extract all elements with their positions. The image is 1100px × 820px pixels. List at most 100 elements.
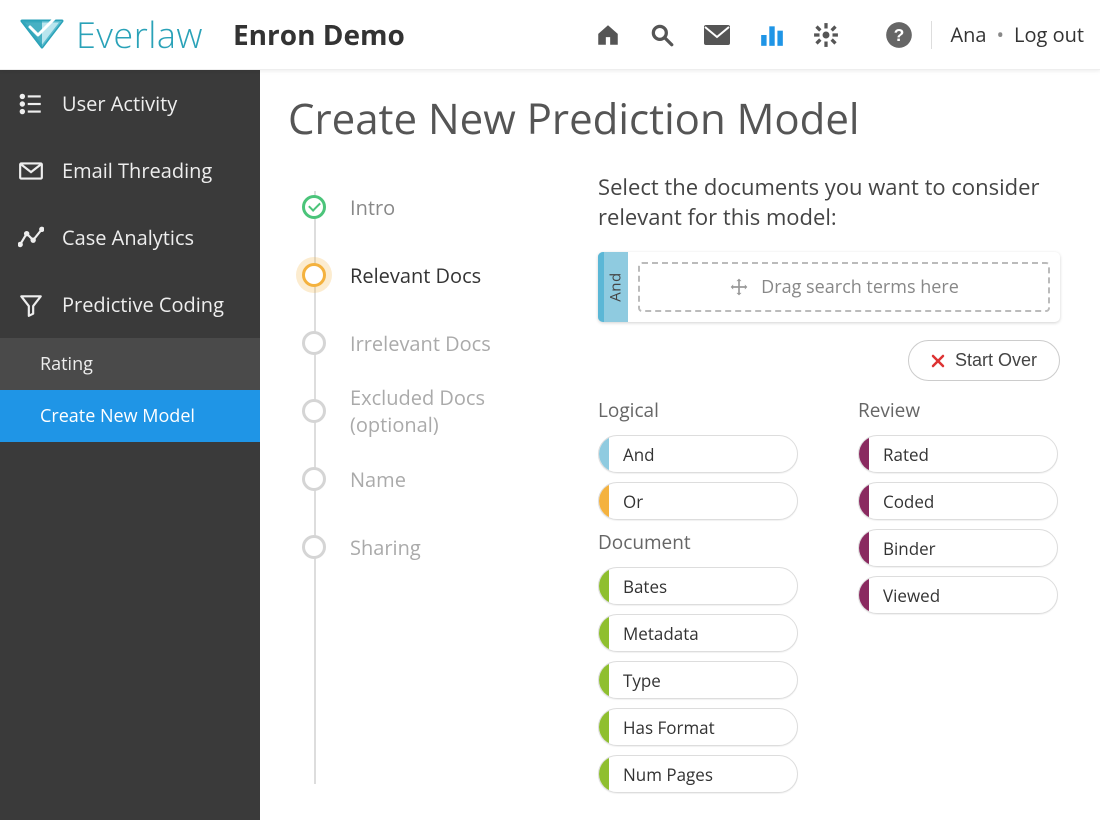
divider: [931, 21, 932, 49]
step-label: Intro: [350, 194, 395, 221]
pill-color-bar: [599, 436, 609, 472]
pill-label: Or: [609, 490, 657, 513]
drop-handle-label: And: [606, 273, 626, 302]
main-content: Create New Prediction Model Intro Releva…: [260, 70, 1100, 820]
step-dot-pending-icon: [302, 399, 326, 423]
step-dot-pending-icon: [302, 467, 326, 491]
gear-icon[interactable]: [813, 22, 839, 48]
pill-color-bar: [859, 577, 869, 613]
pill-color-bar: [859, 436, 869, 472]
bullet-separator: •: [997, 21, 1005, 48]
pill-num-pages[interactable]: Num Pages: [598, 755, 798, 793]
pill-or[interactable]: Or: [598, 482, 798, 520]
drop-handle[interactable]: And: [598, 252, 628, 322]
move-icon: [729, 277, 749, 297]
activity-icon: [18, 91, 44, 117]
sidebar-label: Email Threading: [62, 157, 212, 184]
pill-color-bar: [599, 568, 609, 604]
step-panel: Select the documents you want to conside…: [598, 173, 1060, 802]
logout-link[interactable]: Log out: [1014, 21, 1084, 48]
step-name[interactable]: Name: [302, 445, 578, 513]
pill-color-bar: [599, 483, 609, 519]
user-name-link[interactable]: Ana: [950, 21, 986, 48]
group-document: Document Bates Metadata Ty: [598, 529, 798, 793]
step-irrelevant-docs[interactable]: Irrelevant Docs: [302, 309, 578, 377]
step-dot-done-icon: [302, 195, 326, 219]
help-icon[interactable]: ?: [885, 21, 913, 49]
step-label: Sharing: [350, 534, 421, 561]
logo-text: Everlaw: [76, 10, 203, 59]
analytics-line-icon: [18, 225, 44, 251]
mail-icon[interactable]: [703, 24, 731, 46]
sidebar-label: User Activity: [62, 90, 177, 117]
step-label: Excluded Docs (optional): [350, 384, 578, 438]
sidebar-item-user-activity[interactable]: User Activity: [0, 70, 260, 137]
pill-label: Type: [609, 669, 675, 692]
pill-label: Coded: [869, 490, 948, 513]
step-label: Relevant Docs: [350, 262, 481, 289]
sidebar-label: Case Analytics: [62, 224, 194, 251]
pill-label: Rated: [869, 443, 943, 466]
pill-bates[interactable]: Bates: [598, 567, 798, 605]
pill-rated[interactable]: Rated: [858, 435, 1058, 473]
pill-coded[interactable]: Coded: [858, 482, 1058, 520]
pill-label: Binder: [869, 537, 950, 560]
pill-label: Has Format: [609, 716, 729, 739]
term-groups: Logical And Or Document: [598, 391, 1060, 802]
search-drop-container: And Drag search terms here: [598, 252, 1060, 322]
pill-color-bar: [599, 709, 609, 745]
svg-text:?: ?: [894, 24, 905, 44]
pill-binder[interactable]: Binder: [858, 529, 1058, 567]
group-title: Document: [598, 529, 798, 555]
logo[interactable]: Everlaw: [18, 10, 203, 59]
sidebar-sub-rating[interactable]: Rating: [0, 338, 260, 390]
sidebar-label: Predictive Coding: [62, 291, 224, 318]
drop-placeholder-text: Drag search terms here: [761, 275, 959, 299]
sidebar-item-email-threading[interactable]: Email Threading: [0, 137, 260, 204]
step-excluded-docs[interactable]: Excluded Docs (optional): [302, 377, 578, 445]
start-over-label: Start Over: [955, 350, 1037, 371]
group-review: Review Rated Coded Binder: [858, 391, 1058, 802]
group-logical: Logical And Or: [598, 397, 798, 520]
pill-color-bar: [599, 662, 609, 698]
topbar: Everlaw Enron Demo ? Ana • Log out: [0, 0, 1100, 70]
home-icon[interactable]: [595, 22, 621, 48]
sidebar-item-case-analytics[interactable]: Case Analytics: [0, 204, 260, 271]
sidebar-sub-create-new-model[interactable]: Create New Model: [0, 390, 260, 442]
drop-zone[interactable]: Drag search terms here: [628, 252, 1060, 322]
pill-color-bar: [859, 483, 869, 519]
search-icon[interactable]: [649, 22, 675, 48]
pill-viewed[interactable]: Viewed: [858, 576, 1058, 614]
user-area: Ana • Log out: [950, 21, 1084, 48]
pill-label: Num Pages: [609, 763, 727, 786]
pill-label: Viewed: [869, 584, 954, 607]
close-icon: [931, 354, 945, 368]
sidebar-item-predictive-coding[interactable]: Predictive Coding: [0, 271, 260, 338]
step-label: Name: [350, 466, 406, 493]
sidebar-sub-label: Rating: [40, 352, 93, 376]
step-intro[interactable]: Intro: [302, 173, 578, 241]
step-relevant-docs[interactable]: Relevant Docs: [302, 241, 578, 309]
analytics-icon[interactable]: [759, 22, 785, 48]
step-sharing[interactable]: Sharing: [302, 513, 578, 581]
topbar-icons: ?: [595, 21, 913, 49]
pill-has-format[interactable]: Has Format: [598, 708, 798, 746]
sidebar-sub-label: Create New Model: [40, 404, 195, 428]
pill-color-bar: [859, 530, 869, 566]
wizard-stepper: Intro Relevant Docs Irrelevant Docs Excl…: [288, 173, 578, 802]
pill-and[interactable]: And: [598, 435, 798, 473]
start-over-button[interactable]: Start Over: [908, 340, 1060, 381]
panel-prompt: Select the documents you want to conside…: [598, 173, 1058, 232]
pill-metadata[interactable]: Metadata: [598, 614, 798, 652]
pill-label: Bates: [609, 575, 681, 598]
funnel-icon: [18, 292, 44, 318]
pill-type[interactable]: Type: [598, 661, 798, 699]
logo-mark-icon: [18, 15, 66, 55]
step-dot-pending-icon: [302, 331, 326, 355]
pill-label: Metadata: [609, 622, 713, 645]
group-title: Review: [858, 397, 1058, 423]
page-title: Create New Prediction Model: [288, 90, 1060, 147]
step-dot-pending-icon: [302, 535, 326, 559]
pill-color-bar: [599, 756, 609, 792]
step-dot-current-icon: [302, 263, 326, 287]
